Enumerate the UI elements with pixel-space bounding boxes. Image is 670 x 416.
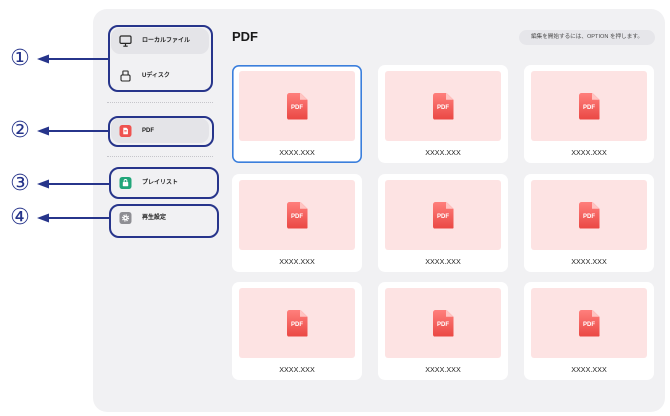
callout-box-2	[108, 116, 214, 147]
pdf-file-icon: PDF	[432, 92, 454, 120]
file-card[interactable]: PDF XXXX.XXX	[524, 282, 654, 380]
file-type-label: PDF	[291, 104, 303, 111]
callout-arrow-3	[37, 179, 109, 189]
file-card[interactable]: PDF XXXX.XXX	[524, 174, 654, 272]
file-name: XXXX.XXX	[425, 365, 461, 374]
file-card[interactable]: PDF XXXX.XXX	[378, 65, 508, 163]
pdf-file-icon: PDF	[286, 92, 308, 120]
callout-arrow-4	[37, 213, 109, 223]
file-name: XXXX.XXX	[571, 365, 607, 374]
pdf-icon-fold	[299, 201, 308, 209]
file-thumbnail: PDF	[385, 180, 501, 250]
callout-number-3: ③	[10, 171, 30, 196]
file-name: XXXX.XXX	[571, 148, 607, 157]
file-name: XXXX.XXX	[279, 148, 315, 157]
sidebar-divider	[107, 156, 213, 157]
file-thumbnail: PDF	[531, 180, 647, 250]
pdf-icon-fold	[445, 309, 454, 317]
file-card[interactable]: PDF XXXX.XXX	[378, 174, 508, 272]
pdf-icon-fold	[445, 92, 454, 100]
callout-arrow-1	[37, 54, 108, 64]
callout-arrow-2	[37, 126, 108, 136]
file-card[interactable]: PDF XXXX.XXX	[378, 282, 508, 380]
file-thumbnail: PDF	[239, 180, 355, 250]
pdf-icon-fold	[445, 201, 454, 209]
callout-number-4: ④	[10, 205, 30, 230]
pdf-file-icon: PDF	[578, 309, 600, 337]
file-card[interactable]: PDF XXXX.XXX	[524, 65, 654, 163]
file-type-label: PDF	[583, 104, 595, 111]
file-thumbnail: PDF	[531, 71, 647, 141]
pdf-icon-fold	[591, 309, 600, 317]
callout-box-1	[108, 25, 213, 92]
callout-number-1: ①	[10, 46, 30, 71]
callout-box-4	[109, 204, 219, 238]
file-thumbnail: PDF	[385, 288, 501, 358]
file-type-label: PDF	[583, 321, 595, 328]
option-hint: 編集を開始するには、OPTION を押します。	[519, 30, 655, 45]
file-type-label: PDF	[291, 321, 303, 328]
pdf-icon-fold	[299, 92, 308, 100]
file-name: XXXX.XXX	[425, 257, 461, 266]
file-card[interactable]: PDF XXXX.XXX	[232, 174, 362, 272]
pdf-file-icon: PDF	[432, 201, 454, 229]
file-thumbnail: PDF	[239, 71, 355, 141]
file-type-label: PDF	[583, 213, 595, 220]
file-thumbnail: PDF	[239, 288, 355, 358]
file-name: XXXX.XXX	[425, 148, 461, 157]
callout-number-2: ②	[10, 118, 30, 143]
file-thumbnail: PDF	[385, 71, 501, 141]
pdf-file-icon: PDF	[578, 92, 600, 120]
pdf-file-icon: PDF	[286, 201, 308, 229]
pdf-file-icon: PDF	[432, 309, 454, 337]
file-type-label: PDF	[291, 213, 303, 220]
file-browser: PDF 編集を開始するには、OPTION を押します。 PDF XXXX.XXX	[223, 9, 665, 412]
manual-figure: ローカルファイル Uディスク PDF プレイリスト 再生設定 PDF 編集を開始…	[0, 0, 670, 416]
file-type-label: PDF	[437, 321, 449, 328]
file-name: XXXX.XXX	[571, 257, 607, 266]
file-card[interactable]: PDF XXXX.XXX	[232, 282, 362, 380]
pdf-icon-fold	[591, 201, 600, 209]
file-thumbnail: PDF	[531, 288, 647, 358]
file-name: XXXX.XXX	[279, 365, 315, 374]
callout-box-3	[109, 167, 219, 199]
file-type-label: PDF	[437, 213, 449, 220]
pdf-icon-fold	[299, 309, 308, 317]
file-card[interactable]: PDF XXXX.XXX	[232, 65, 362, 163]
page-title: PDF	[232, 29, 258, 44]
file-type-label: PDF	[437, 104, 449, 111]
pdf-file-icon: PDF	[578, 201, 600, 229]
pdf-file-icon: PDF	[286, 309, 308, 337]
pdf-icon-fold	[591, 92, 600, 100]
sidebar-divider	[107, 102, 213, 103]
file-name: XXXX.XXX	[279, 257, 315, 266]
